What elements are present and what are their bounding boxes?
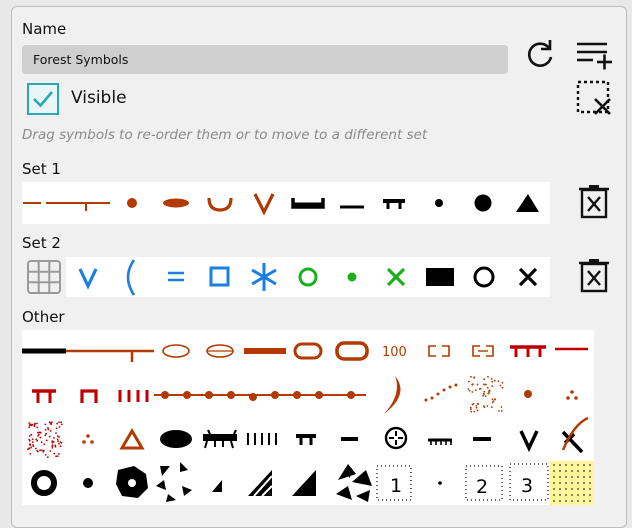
drag-hint: Drag symbols to re-order them or to move… xyxy=(22,127,428,143)
symbol-square-blue[interactable] xyxy=(209,266,230,287)
symbol-small-triad[interactable] xyxy=(82,434,94,444)
symbol-dot-chain-4[interactable] xyxy=(286,391,330,399)
other-symbols-area: 100 1 2 3 xyxy=(22,330,594,505)
symbol-dotted-3-label: 3 xyxy=(521,475,533,497)
symbol-blob-ring[interactable] xyxy=(116,466,148,498)
symbol-dot-green[interactable] xyxy=(347,272,357,282)
symbol-tray[interactable] xyxy=(291,198,325,209)
refresh-icon xyxy=(527,40,553,67)
symbol-ellipse-outline[interactable] xyxy=(162,344,190,358)
symbol-three-dots[interactable] xyxy=(566,390,578,400)
symbol-tiny-dot[interactable] xyxy=(438,481,442,485)
symbol-ring[interactable] xyxy=(31,470,57,496)
checkmark-icon xyxy=(33,91,53,108)
symbol-dot-brown[interactable] xyxy=(127,198,137,208)
symbol-crescent[interactable] xyxy=(384,376,401,414)
name-input[interactable] xyxy=(22,45,508,74)
symbol-triangle-outline[interactable] xyxy=(119,428,145,450)
symbol-gate-red[interactable] xyxy=(32,389,56,403)
set-2-label: Set 2 xyxy=(22,234,61,252)
symbol-dot-black[interactable] xyxy=(83,478,93,488)
symbol-solid-wedge[interactable] xyxy=(292,470,316,496)
symbol-branch[interactable] xyxy=(561,416,589,454)
symbol-x-black[interactable] xyxy=(518,267,538,287)
symbol-triangle[interactable] xyxy=(516,194,539,212)
add-symbol-button[interactable] xyxy=(575,35,613,73)
symbol-pill-outline[interactable] xyxy=(293,342,323,360)
symbol-dot-small[interactable] xyxy=(435,199,443,207)
symbol-stool[interactable] xyxy=(383,199,405,209)
symbol-v-black[interactable] xyxy=(519,430,539,453)
symbol-dashed-wedges[interactable] xyxy=(156,462,192,502)
delete-set-2-button[interactable] xyxy=(575,257,613,295)
symbol-comb[interactable] xyxy=(203,429,237,449)
symbol-dot-large[interactable] xyxy=(474,194,492,212)
visible-checkbox[interactable] xyxy=(27,83,59,115)
symbol-rounded-rect[interactable] xyxy=(335,341,369,361)
symbol-cup[interactable] xyxy=(207,197,233,212)
visible-label: Visible xyxy=(71,88,127,108)
symbol-red-stipple[interactable] xyxy=(27,421,63,458)
symbol-rock-cluster[interactable] xyxy=(336,464,372,502)
symbol-bracket-line[interactable] xyxy=(472,345,494,357)
symbol-dotted-2-label: 2 xyxy=(476,476,488,498)
symbol-bracket-pair[interactable] xyxy=(428,345,450,357)
delete-icon xyxy=(579,259,609,293)
symbol-oval-brown[interactable] xyxy=(163,198,189,208)
set-1-strip xyxy=(22,182,550,224)
symbol-bars-red[interactable] xyxy=(118,390,149,402)
other-symbols: 100 1 2 3 xyxy=(22,341,594,505)
set-2-symbols xyxy=(78,259,538,296)
symbol-fence[interactable] xyxy=(510,345,546,357)
symbol-dot-chain-2[interactable] xyxy=(198,391,242,399)
symbol-v-blue[interactable] xyxy=(78,268,98,290)
symbol-crosshair[interactable] xyxy=(384,426,408,450)
symbol-equals-blue[interactable] xyxy=(168,271,184,282)
symbol-dotted-slope[interactable] xyxy=(424,383,458,402)
symbol-paren-blue[interactable] xyxy=(126,259,136,296)
symbol-yellow-grid[interactable] xyxy=(550,461,594,505)
symbol-rake[interactable] xyxy=(428,438,452,445)
symbol-small-wedge[interactable] xyxy=(212,480,222,492)
delete-set-1-button[interactable] xyxy=(575,183,613,221)
playlist-add-icon xyxy=(577,42,612,70)
clear-selection-button[interactable] xyxy=(575,79,613,117)
symbol-ellipse-line[interactable] xyxy=(206,344,234,358)
set-1-label: Set 1 xyxy=(22,160,61,178)
symbol-100[interactable]: 100 xyxy=(382,345,407,360)
set-2-strip xyxy=(66,257,550,297)
symbol-vertical-lines[interactable] xyxy=(247,433,277,445)
symbol-black-blob[interactable] xyxy=(160,430,192,448)
symbol-dot-chain-3[interactable] xyxy=(242,391,286,401)
symbol-dot-brown-2[interactable] xyxy=(524,390,532,398)
symbol-x-green[interactable] xyxy=(386,267,406,287)
grid-icon xyxy=(27,260,61,294)
grid-view-button[interactable] xyxy=(22,257,66,297)
symbol-dot-chain-1[interactable] xyxy=(154,391,198,399)
deselect-icon xyxy=(576,80,611,115)
symbol-asterisk-blue[interactable] xyxy=(251,263,277,291)
symbol-table[interactable] xyxy=(296,434,316,445)
other-label: Other xyxy=(22,308,65,326)
symbol-n-red[interactable] xyxy=(80,389,98,403)
symbol-line-tick-long[interactable] xyxy=(66,349,154,362)
symbol-circle-green[interactable] xyxy=(298,267,318,287)
refresh-button[interactable] xyxy=(521,35,559,73)
delete-icon xyxy=(579,185,609,219)
set-1-symbols xyxy=(23,193,539,216)
symbol-path-tick[interactable] xyxy=(46,202,110,211)
symbol-v[interactable] xyxy=(253,193,275,216)
symbol-dotted-1-label: 1 xyxy=(390,475,402,497)
symbol-rect-black[interactable] xyxy=(426,268,454,286)
symbol-dot-texture[interactable] xyxy=(467,375,504,413)
symbol-circle-black[interactable] xyxy=(473,266,495,288)
symbol-dot-chain-5[interactable] xyxy=(330,391,366,399)
name-label: Name xyxy=(22,20,67,38)
symbol-striped-wedge[interactable] xyxy=(248,470,273,497)
